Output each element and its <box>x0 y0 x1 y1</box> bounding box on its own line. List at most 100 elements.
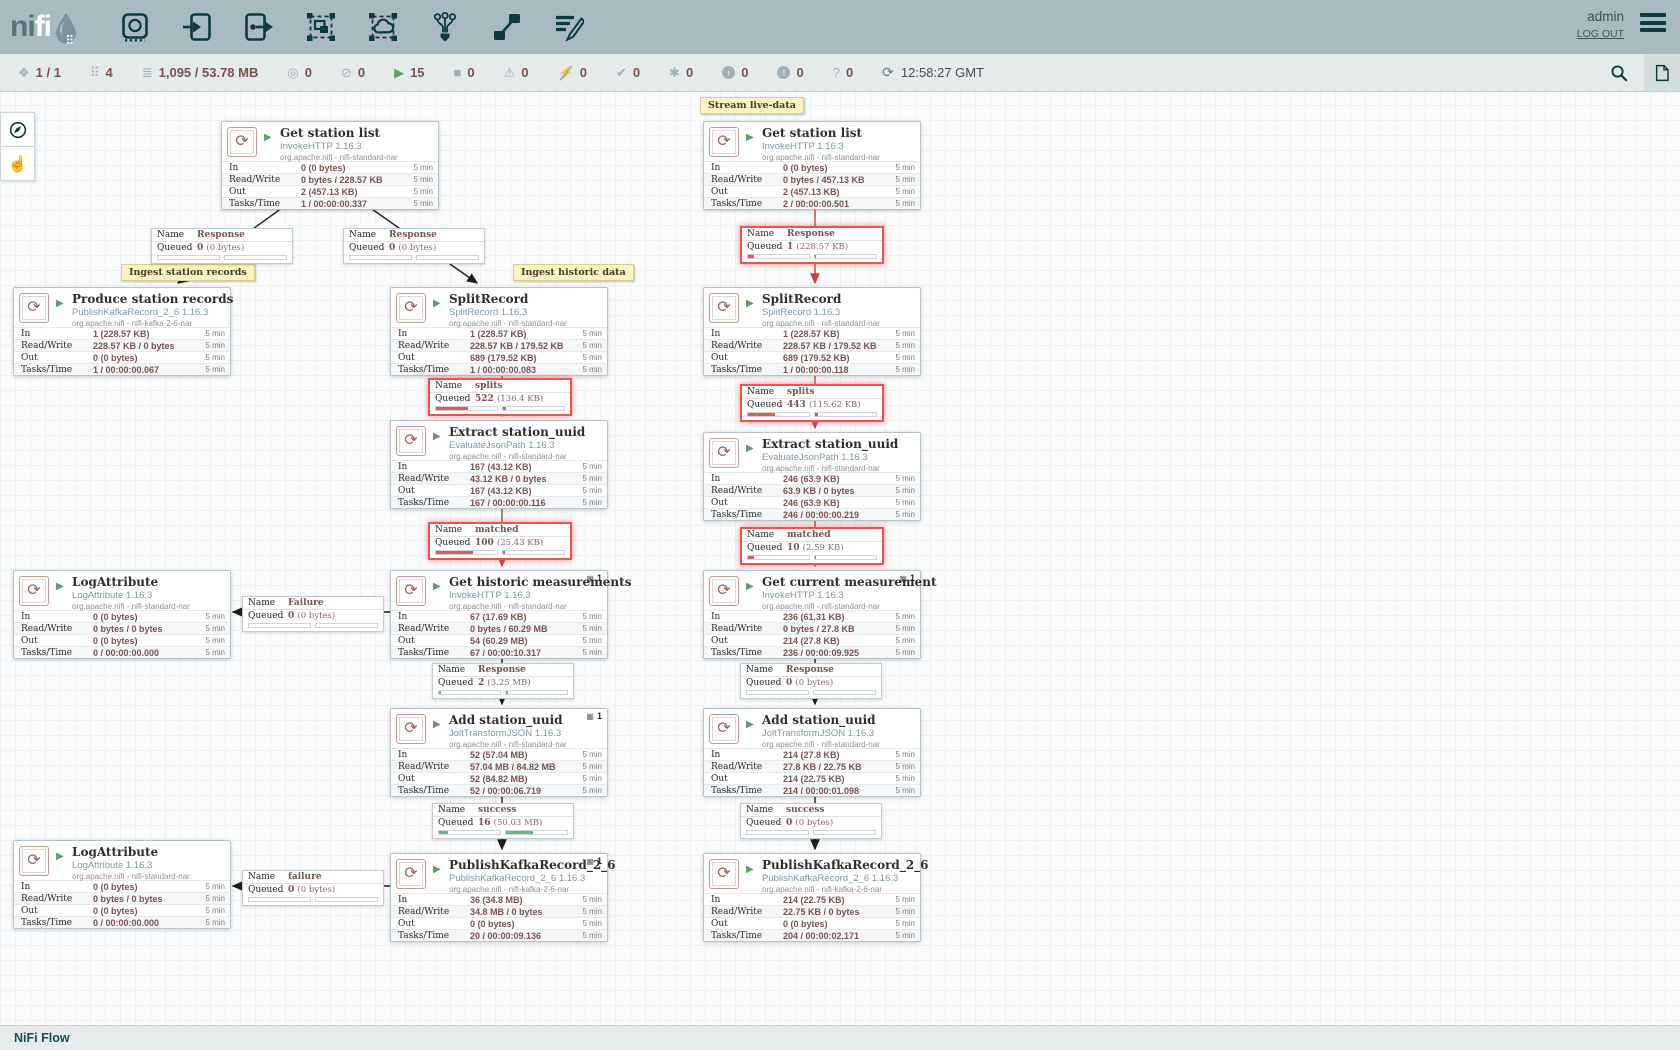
hand-select-button[interactable]: ☝ <box>0 146 35 181</box>
template-icon <box>492 12 522 42</box>
stat-row: Out0 (0 bytes)5 min <box>14 351 230 363</box>
running-status-icon: ▶ <box>433 864 441 875</box>
funnel-icon <box>430 12 460 42</box>
canvas-label[interactable]: Ingest station records <box>121 264 255 281</box>
processor-node[interactable]: ⟳ ▶ Produce station records PublishKafka… <box>13 287 231 376</box>
output-port-icon <box>244 12 274 42</box>
connection-label[interactable]: Name Response Queued 0 (0 bytes) <box>343 228 485 264</box>
processor-type: EvaluateJsonPath 1.16.3 <box>449 440 607 451</box>
connection-label[interactable]: Name splits Queued 443 (115.62 KB) <box>740 384 884 422</box>
processor-node[interactable]: ▦ 1 ⟳ ▶ Get historic measurements Invoke… <box>390 570 608 659</box>
processor-stamp-icon: ⟳ <box>396 714 426 744</box>
output-port-button[interactable] <box>243 10 275 44</box>
connection-label[interactable]: Name matched Queued 10 (2.59 KB) <box>740 527 884 565</box>
processor-node[interactable]: ⟳ ▶ PublishKafkaRecord_2_6 PublishKafkaR… <box>703 853 921 942</box>
invalid-icon: ⚠ <box>504 66 516 80</box>
processor-node[interactable]: ⟳ ▶ Extract station_uuid EvaluateJsonPat… <box>390 420 608 509</box>
stat-row: In236 (61.31 KB)5 min <box>704 610 920 622</box>
breadcrumb-root[interactable]: NiFi Flow <box>14 1031 70 1045</box>
connection-label[interactable]: Name Failure Queued 0 (0 bytes) <box>242 596 384 632</box>
canvas-outline-button[interactable] <box>1644 54 1680 91</box>
processor-type: SplitRecord 1.16.3 <box>449 307 607 318</box>
processor-bundle: org.apache.nifi - nifi-standard-nar <box>762 602 920 611</box>
connection-relationship: success <box>786 805 824 815</box>
input-port-button[interactable] <box>181 10 213 44</box>
processor-bundle: org.apache.nifi - nifi-standard-nar <box>762 464 920 473</box>
processor-bundle: org.apache.nifi - nifi-kafka-2-6-nar <box>762 885 920 894</box>
global-menu-button[interactable] <box>1640 7 1666 32</box>
connection-label[interactable]: Name Response Queued 0 (0 bytes) <box>151 228 293 264</box>
processor-bundle: org.apache.nifi - nifi-standard-nar <box>449 740 607 749</box>
connection-queued-key: Queued <box>747 543 787 553</box>
logout-link[interactable]: LOG OUT <box>1577 28 1624 40</box>
search-button[interactable] <box>1608 62 1630 84</box>
connection-label[interactable]: Name Response Queued 1 (228.57 KB) <box>740 226 884 264</box>
search-icon <box>1608 62 1630 84</box>
connection-name-key: Name <box>157 230 197 240</box>
processor-stats: In52 (57.04 MB)5 minRead/Write57.04 MB /… <box>391 748 607 796</box>
connection-label[interactable]: Name matched Queued 100 (25.43 KB) <box>428 522 572 560</box>
birdseye-compass-button[interactable] <box>0 112 35 147</box>
processor-name: PublishKafkaRecord_2_6 <box>762 858 920 872</box>
connection-queued-key: Queued <box>747 400 787 410</box>
processor-node[interactable]: ⟳ ▶ SplitRecord SplitRecord 1.16.3 org.a… <box>703 287 921 376</box>
document-icon <box>1652 63 1672 83</box>
stopped-icon: ■ <box>454 66 462 80</box>
template-button[interactable] <box>491 10 523 44</box>
processor-node[interactable]: ⟳ ▶ LogAttribute LogAttribute 1.16.3 org… <box>13 840 231 929</box>
connection-label[interactable]: Name success Queued 0 (0 bytes) <box>740 803 882 839</box>
connection-label[interactable]: Name Response Queued 2 (3.25 MB) <box>432 663 574 699</box>
refresh-control[interactable]: ⟳ 12:58:27 GMT <box>882 64 984 81</box>
connection-label[interactable]: Name failure Queued 0 (0 bytes) <box>242 870 384 906</box>
queue-percent-bars <box>344 254 484 263</box>
status-item-threads: ⠿4 <box>90 65 113 80</box>
status-item-invalid: ⚠0 <box>504 65 529 80</box>
connection-name-key: Name <box>438 805 478 815</box>
processor-type: PublishKafkaRecord_2_6 1.16.3 <box>762 873 920 884</box>
label-button[interactable] <box>553 10 585 44</box>
running-status-icon: ▶ <box>746 298 754 309</box>
funnel-button[interactable] <box>429 10 461 44</box>
queued-size: (25.43 KB) <box>497 538 543 548</box>
remote-process-group-button[interactable] <box>367 10 399 44</box>
processor-node[interactable]: ⟳ ▶ Extract station_uuid EvaluateJsonPat… <box>703 432 921 521</box>
threads-icon: ⠿ <box>90 66 100 80</box>
remote-process-group-icon <box>368 12 398 42</box>
processor-node[interactable]: ▦ 1 ⟳ ▶ Get current measurement InvokeHT… <box>703 570 921 659</box>
processor-node[interactable]: ⟳ ▶ Get station list InvokeHTTP 1.16.3 o… <box>221 121 439 210</box>
component-toolbar: nifi <box>0 0 1680 54</box>
processor-stamp-icon: ⟳ <box>396 293 426 323</box>
processor-name: Add station_uuid <box>762 713 920 727</box>
stat-row: In214 (27.8 KB)5 min <box>704 748 920 760</box>
running-icon: ▶ <box>394 66 404 80</box>
processor-node[interactable]: ▦ 1 ⟳ ▶ PublishKafkaRecord_2_6 PublishKa… <box>390 853 608 942</box>
processor-stats: In0 (0 bytes)5 minRead/Write0 bytes / 0 … <box>14 610 230 658</box>
connection-label[interactable]: Name splits Queued 522 (136.4 KB) <box>428 378 572 416</box>
processor-type: InvokeHTTP 1.16.3 <box>762 141 920 152</box>
connection-queued-key: Queued <box>747 242 787 252</box>
queued-count: 0 <box>288 611 294 621</box>
stat-row: Read/Write228.57 KB / 179.52 KB5 min <box>704 339 920 351</box>
processor-name: SplitRecord <box>762 292 920 306</box>
processor-button[interactable] <box>119 10 151 44</box>
connection-label[interactable]: Name Response Queued 0 (0 bytes) <box>740 663 882 699</box>
status-item-not-transmitting: ⊘0 <box>341 65 365 80</box>
processor-node[interactable]: ⟳ ▶ Add station_uuid JoltTransformJSON 1… <box>703 708 921 797</box>
stat-row: Read/Write228.57 KB / 179.52 KB5 min <box>391 339 607 351</box>
processor-node[interactable]: ⟳ ▶ Get station list InvokeHTTP 1.16.3 o… <box>703 121 921 210</box>
stat-row: Out0 (0 bytes)5 min <box>14 634 230 646</box>
canvas-label[interactable]: Stream live-data <box>700 97 804 114</box>
canvas-label[interactable]: Ingest historic data <box>513 264 634 281</box>
processor-node[interactable]: ⟳ ▶ LogAttribute LogAttribute 1.16.3 org… <box>13 570 231 659</box>
processor-node[interactable]: ⟳ ▶ SplitRecord SplitRecord 1.16.3 org.a… <box>390 287 608 376</box>
processor-type: PublishKafkaRecord_2_6 1.16.3 <box>72 307 230 318</box>
stat-row: Out214 (27.8 KB)5 min <box>704 634 920 646</box>
queued-size: (0 bytes) <box>795 818 833 828</box>
processor-name: LogAttribute <box>72 575 230 589</box>
processor-node[interactable]: ▦ 1 ⟳ ▶ Add station_uuid JoltTransformJS… <box>390 708 608 797</box>
process-group-button[interactable] <box>305 10 337 44</box>
stat-row: In0 (0 bytes)5 min <box>222 161 438 173</box>
flow-canvas[interactable]: ☝ Ingest station records Ingest historic … <box>0 0 1680 1050</box>
connection-label[interactable]: Name success Queued 16 (50.03 MB) <box>432 803 574 839</box>
connection-name-key: Name <box>435 381 475 391</box>
